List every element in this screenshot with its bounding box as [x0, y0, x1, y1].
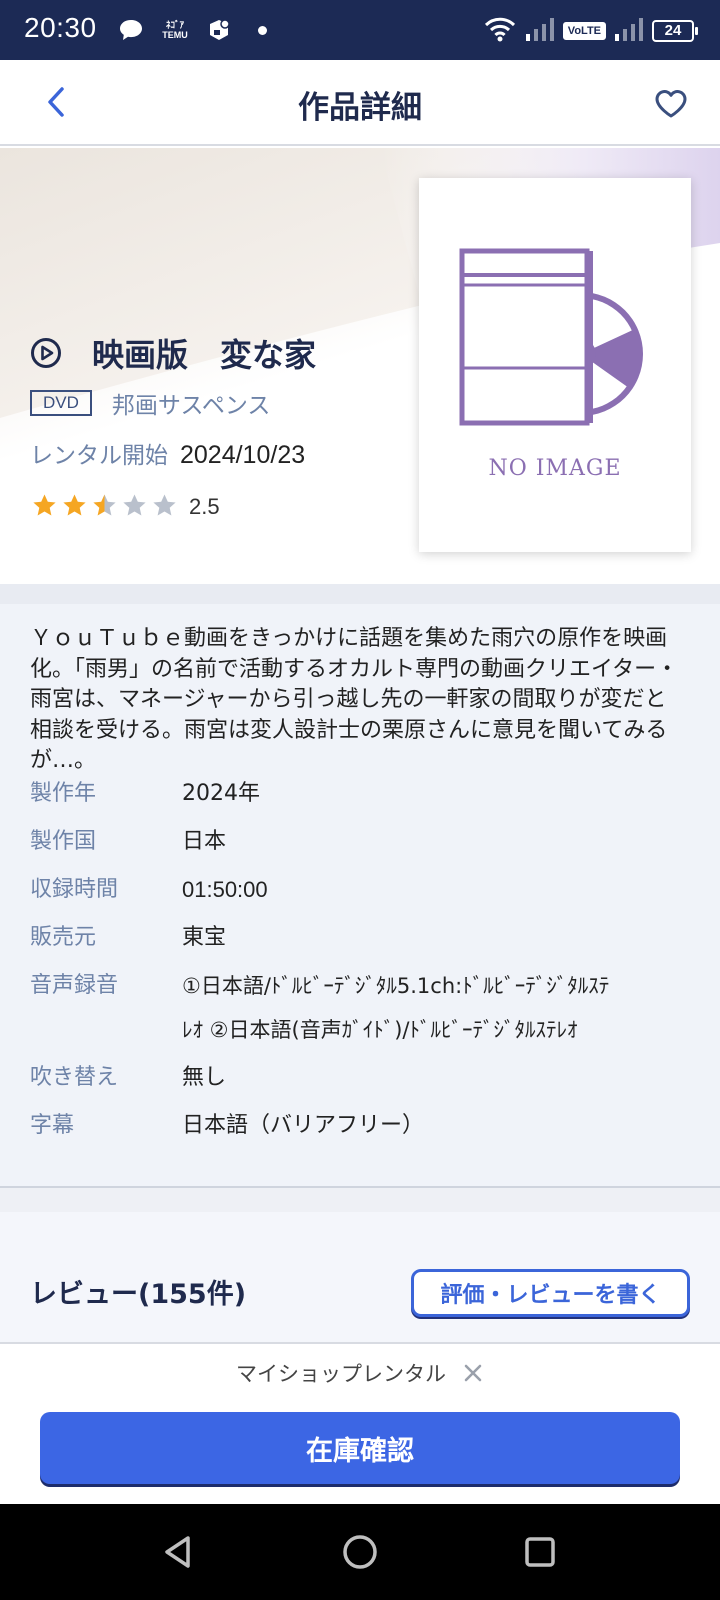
rating-value: 2.5	[189, 494, 220, 519]
no-image-dvd-icon	[459, 248, 643, 426]
review-section: レビュー(155件) 評価・レビューを書く	[0, 1212, 720, 1344]
rating-stars	[32, 493, 177, 518]
star-empty-icon	[123, 494, 146, 515]
rental-start-label: レンタル開始	[30, 443, 168, 469]
temu-icon: ﾈｺﾞｱ TEMU	[162, 20, 188, 40]
spec-row-country: 製作国 日本	[30, 820, 690, 864]
section-divider	[0, 584, 720, 604]
work-hero: 映画版 変な家 DVD 邦画サスペンス レンタル開始 2024/10/23 2.…	[0, 148, 720, 584]
spec-value: 日本	[182, 829, 227, 854]
system-nav-bar	[0, 1504, 720, 1600]
play-circle-icon	[31, 338, 61, 368]
spec-value-audio-line1: ①日本語/ﾄﾞﾙﾋﾞｰﾃﾞｼﾞﾀﾙ5.1ch:ﾄﾞﾙﾋﾞｰﾃﾞｼﾞﾀﾙｽﾃ	[182, 974, 610, 998]
star-filled-icon	[33, 494, 56, 515]
spec-label: 吹き替え	[30, 1065, 119, 1090]
poster-image: NO IMAGE	[419, 178, 691, 552]
write-review-button[interactable]: 評価・レビューを書く	[411, 1269, 690, 1317]
no-image-label: NO IMAGE	[488, 456, 622, 481]
section-divider	[0, 1188, 720, 1212]
wifi-icon	[483, 15, 517, 47]
favorite-button[interactable]	[650, 84, 692, 124]
format-badge: DVD	[30, 390, 92, 416]
status-bar: 20:30 ﾈｺﾞｱ TEMU VoLTE 24	[0, 0, 720, 60]
spec-label: 収録時間	[30, 877, 119, 902]
spec-label: 音声録音	[30, 973, 119, 998]
spec-value: 無し	[182, 1065, 227, 1090]
nav-home-icon[interactable]	[340, 1532, 380, 1572]
rental-start-date: 2024/10/23	[180, 441, 306, 469]
stock-check-button[interactable]: 在庫確認	[40, 1412, 680, 1484]
star-empty-icon	[153, 494, 176, 515]
myshop-label: マイショップレンタル	[236, 1362, 446, 1386]
rating: 2.5	[32, 490, 220, 520]
spec-label: 字幕	[30, 1113, 75, 1138]
genre-label: 邦画サスペンス	[111, 393, 271, 419]
spec-row-runtime: 収録時間 01:50:00	[30, 868, 690, 912]
star-half-icon	[93, 494, 116, 515]
spec-label: 製作国	[30, 829, 97, 854]
spec-row-dub: 吹き替え 無し	[30, 1056, 690, 1100]
app-header: 作品詳細	[0, 60, 720, 146]
spec-row-audio: 音声録音 ①日本語/ﾄﾞﾙﾋﾞｰﾃﾞｼﾞﾀﾙ5.1ch:ﾄﾞﾙﾋﾞｰﾃﾞｼﾞﾀﾙ…	[30, 964, 690, 1052]
spec-value: 日本語（バリアフリー）	[182, 1113, 425, 1138]
heart-outline-icon	[655, 90, 687, 118]
volte-badge: VoLTE	[562, 22, 606, 40]
signal-icon	[525, 16, 555, 46]
spec-value: 01:50:00	[182, 877, 268, 902]
work-title: 映画版 変な家	[92, 336, 317, 374]
myshop-row: マイショップレンタル	[0, 1358, 720, 1388]
synopsis: ＹｏｕＴｕｂｅ動画をきっかけに話題を集めた雨穴の原作を映画化。「雨男」の名前で活…	[30, 626, 679, 773]
signal-icon-2	[614, 16, 644, 46]
nav-recents-icon[interactable]	[520, 1532, 560, 1572]
battery-icon: 24	[652, 20, 698, 42]
app-cube-icon	[204, 16, 234, 44]
review-count-title: レビュー(155件)	[30, 1279, 247, 1310]
spec-row-year: 製作年 2024年	[30, 772, 690, 816]
spec-label: 製作年	[30, 781, 97, 806]
nav-back-icon[interactable]	[158, 1532, 198, 1572]
work-details: ＹｏｕＴｕｂｅ動画をきっかけに話題を集めた雨穴の原作を映画化。「雨男」の名前で活…	[0, 604, 720, 1188]
spec-row-distributor: 販売元 東宝	[30, 916, 690, 960]
spec-row-subtitle: 字幕 日本語（バリアフリー）	[30, 1104, 690, 1148]
chat-bubble-icon	[116, 16, 146, 44]
bottom-action-bar: マイショップレンタル 在庫確認	[0, 1344, 720, 1504]
spec-value: 2024年	[182, 781, 260, 806]
close-icon[interactable]	[462, 1362, 484, 1384]
star-filled-icon	[63, 494, 86, 515]
spec-value: 東宝	[182, 925, 227, 950]
status-time: 20:30	[24, 12, 97, 43]
notification-dot-icon	[258, 26, 267, 35]
spec-value-audio-line2: ﾚｵ ②日本語(音声ｶﾞｲﾄﾞ)/ﾄﾞﾙﾋﾞｰﾃﾞｼﾞﾀﾙｽﾃﾚｵ	[182, 1018, 578, 1042]
spec-label: 販売元	[30, 925, 97, 950]
page-title: 作品詳細	[298, 90, 422, 126]
